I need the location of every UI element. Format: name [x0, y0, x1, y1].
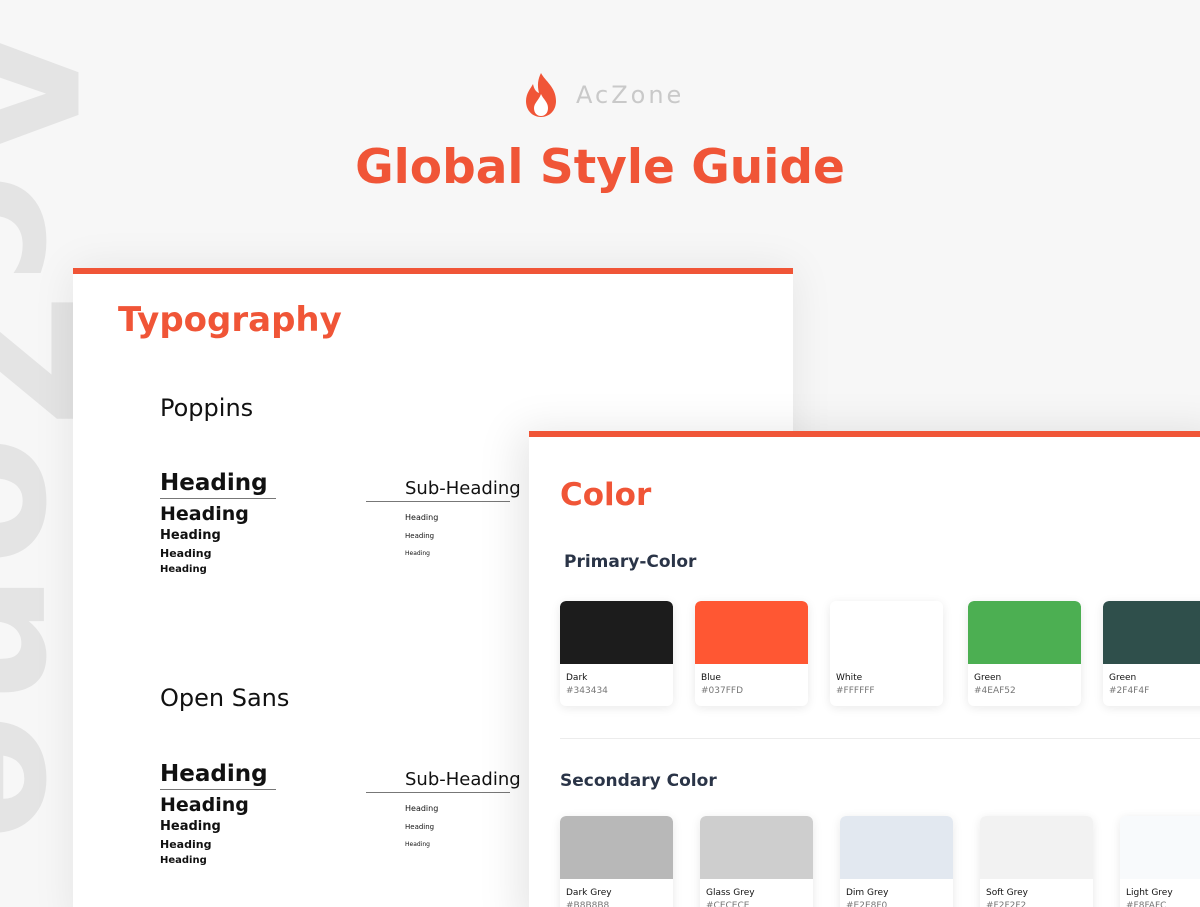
swatch-name: Green — [974, 673, 1002, 683]
font-name-open-sans: Open Sans — [160, 684, 290, 712]
heading-sample: Heading — [160, 503, 249, 525]
typography-title: Typography — [118, 300, 342, 340]
brand: AcZone — [524, 72, 684, 118]
color-swatch: Dark Grey #B8B8B8 — [560, 816, 673, 907]
swatch-chip — [560, 601, 673, 664]
subheading-sample: Heading — [405, 532, 435, 540]
swatch-name: White — [836, 673, 863, 683]
swatch-name: Dark — [566, 673, 588, 683]
color-swatch: Green #4EAF52 — [968, 601, 1081, 706]
section-divider — [560, 738, 1200, 739]
flame-icon — [524, 72, 558, 118]
swatch-hex: #4EAF52 — [974, 686, 1016, 696]
heading-sample: Heading — [160, 547, 212, 560]
swatch-chip — [695, 601, 808, 664]
color-title: Color — [560, 477, 652, 513]
heading-sample: Heading — [160, 470, 276, 499]
heading-sample: Heading — [160, 819, 221, 834]
swatch-chip — [980, 816, 1093, 879]
swatch-hex: #FFFFFF — [836, 686, 875, 696]
swatch-hex: #B8B8B8 — [566, 901, 610, 907]
swatch-hex: #F8FAFC — [1126, 901, 1167, 907]
color-swatch: White #FFFFFF — [830, 601, 943, 706]
subheading-sample: Heading — [405, 804, 439, 813]
heading-sample: Heading — [160, 564, 207, 575]
swatch-hex: #037FFD — [701, 686, 744, 696]
swatch-name: Dark Grey — [566, 888, 612, 898]
swatch-chip — [1120, 816, 1200, 879]
color-swatch: Dark #343434 — [560, 601, 673, 706]
color-card: Color Primary-Color Dark #343434 Blue #0… — [529, 431, 1200, 907]
swatch-chip — [1103, 601, 1200, 664]
color-swatch: Blue #037FFD — [695, 601, 808, 706]
swatch-hex: #F2F2F2 — [986, 901, 1027, 907]
swatch-name: Glass Grey — [706, 888, 755, 898]
swatch-hex: #2F4F4F — [1109, 686, 1150, 696]
swatch-name: Light Grey — [1126, 888, 1173, 898]
heading-sample: Heading — [160, 794, 249, 816]
swatch-hex: #E2E8F0 — [846, 901, 888, 907]
swatch-hex: #CECECE — [706, 901, 750, 907]
subheading-sample: Sub-Heading — [366, 478, 521, 502]
heading-samples-poppins: Heading Heading Heading Heading Heading — [160, 470, 276, 575]
swatch-chip — [830, 601, 943, 664]
subheading-samples-open-sans: Sub-Heading Heading Heading Heading — [366, 769, 521, 848]
subheading-samples-poppins: Sub-Heading Heading Heading Heading — [366, 478, 521, 557]
swatch-name: Blue — [701, 673, 721, 683]
heading-sample: Heading — [160, 528, 221, 543]
swatch-name: Dim Grey — [846, 888, 889, 898]
primary-color-label: Primary-Color — [564, 552, 697, 572]
subheading-sample: Heading — [405, 550, 430, 557]
swatch-chip — [700, 816, 813, 879]
color-swatch: Green #2F4F4F — [1103, 601, 1200, 706]
brand-name: AcZone — [576, 81, 685, 109]
heading-samples-open-sans: Heading Heading Heading Heading Heading — [160, 761, 276, 866]
color-swatch: Glass Grey #CECECE — [700, 816, 813, 907]
color-swatch: Light Grey #F8FAFC — [1120, 816, 1200, 907]
heading-sample: Heading — [160, 838, 212, 851]
font-name-poppins: Poppins — [160, 394, 254, 422]
color-swatch: Soft Grey #F2F2F2 — [980, 816, 1093, 907]
swatch-chip — [560, 816, 673, 879]
color-swatch: Dim Grey #E2E8F0 — [840, 816, 953, 907]
swatch-chip — [840, 816, 953, 879]
subheading-sample: Heading — [405, 513, 439, 522]
subheading-sample: Heading — [405, 841, 430, 848]
swatch-name: Green — [1109, 673, 1137, 683]
swatch-chip — [968, 601, 1081, 664]
swatch-name: Soft Grey — [986, 888, 1028, 898]
heading-sample: Heading — [160, 855, 207, 866]
swatch-hex: #343434 — [566, 686, 608, 696]
subheading-sample: Heading — [405, 823, 435, 831]
secondary-color-label: Secondary Color — [560, 771, 717, 791]
subheading-sample: Sub-Heading — [366, 769, 521, 793]
page-title: Global Style Guide — [355, 140, 845, 195]
heading-sample: Heading — [160, 761, 276, 790]
